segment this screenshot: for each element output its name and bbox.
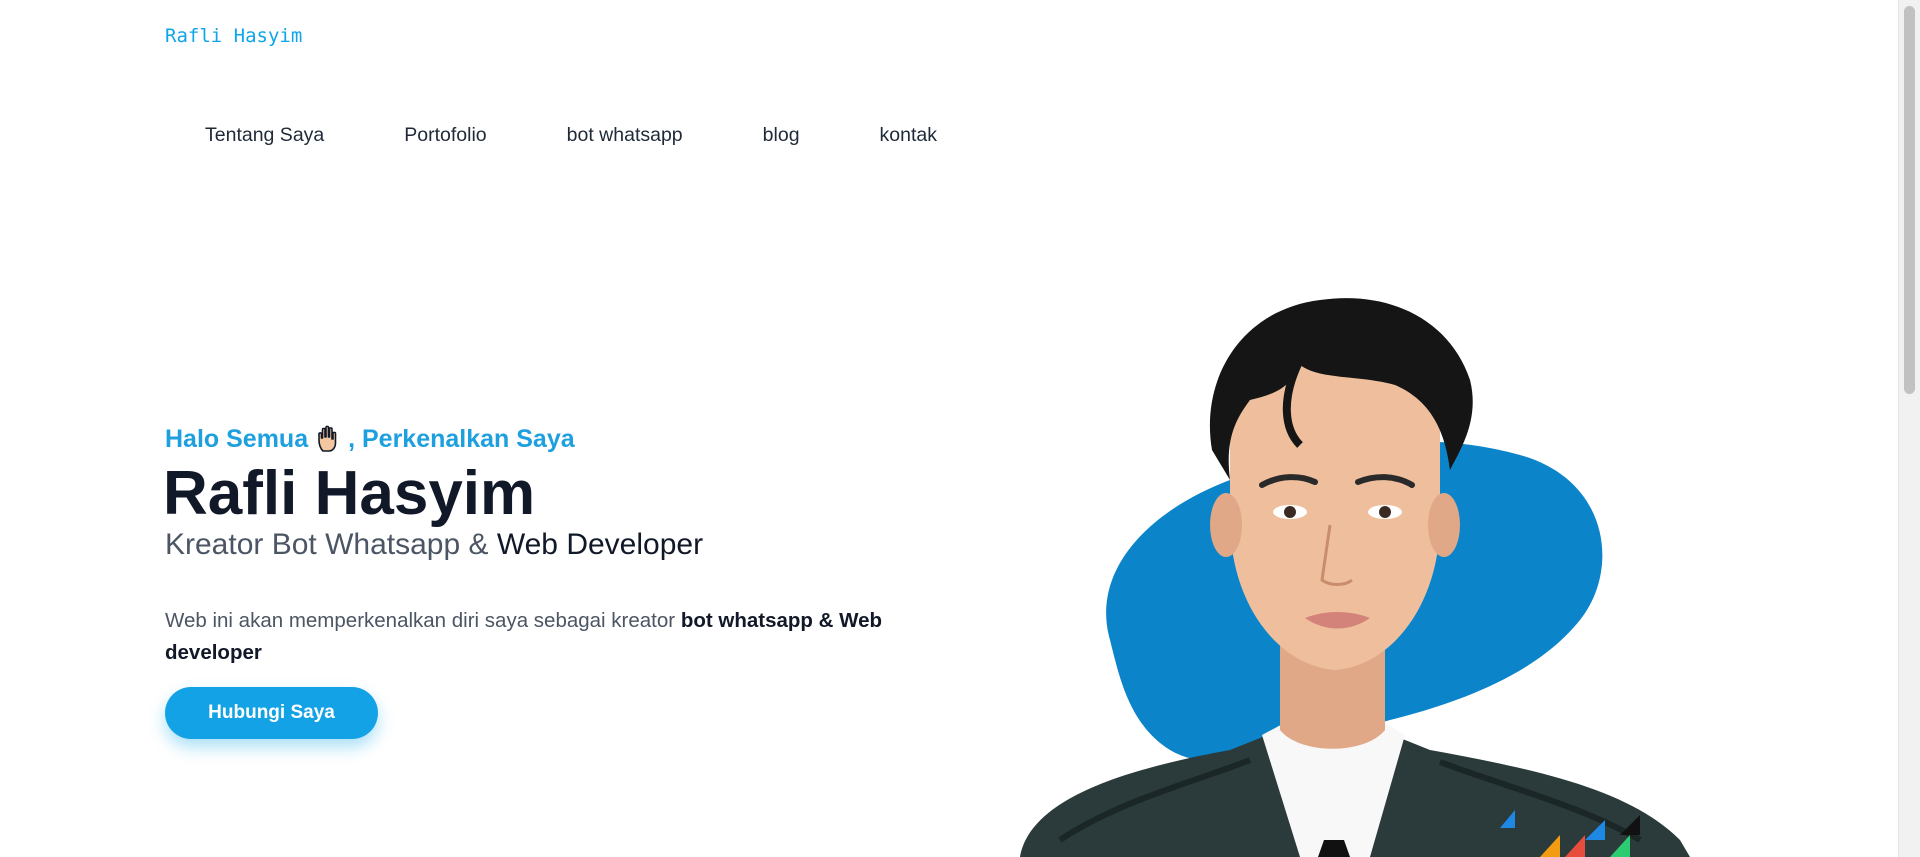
vertical-scrollbar[interactable] [1898,0,1920,857]
raised-hand-icon [314,424,344,454]
greeting-text-start: Halo Semua [165,424,309,453]
nav-item-tentang-saya[interactable]: Tentang Saya [165,118,364,153]
page: Rafli Hasyim Tentang Saya Portofolio bot… [0,0,1898,857]
scrollbar-thumb[interactable] [1904,6,1915,394]
subtitle-role-2: Web Developer [496,528,704,561]
nav-item-bot-whatsapp[interactable]: bot whatsapp [527,118,723,153]
hero-portrait [1000,280,1720,857]
description-text: Web ini akan memperkenalkan diri saya se… [165,608,681,632]
hero-description: Web ini akan memperkenalkan diri saya se… [165,605,885,669]
nav-item-kontak[interactable]: kontak [840,118,977,153]
hero-name: Rafli Hasyim [163,459,536,528]
contact-me-button[interactable]: Hubungi Saya [165,687,378,739]
brand-logo-link[interactable]: Rafli Hasyim [165,25,302,47]
nav-item-blog[interactable]: blog [723,118,840,153]
greeting-text-end: , Perkenalkan Saya [348,424,575,453]
main-nav: Tentang Saya Portofolio bot whatsapp blo… [165,118,977,153]
nav-item-portofolio[interactable]: Portofolio [364,118,526,153]
hero-subtitle: Kreator Bot Whatsapp & Web Developer [165,528,703,562]
subtitle-role-1: Kreator Bot Whatsapp & [165,528,497,561]
hero-greeting: Halo Semua , Perkenalkan Saya [165,424,575,454]
